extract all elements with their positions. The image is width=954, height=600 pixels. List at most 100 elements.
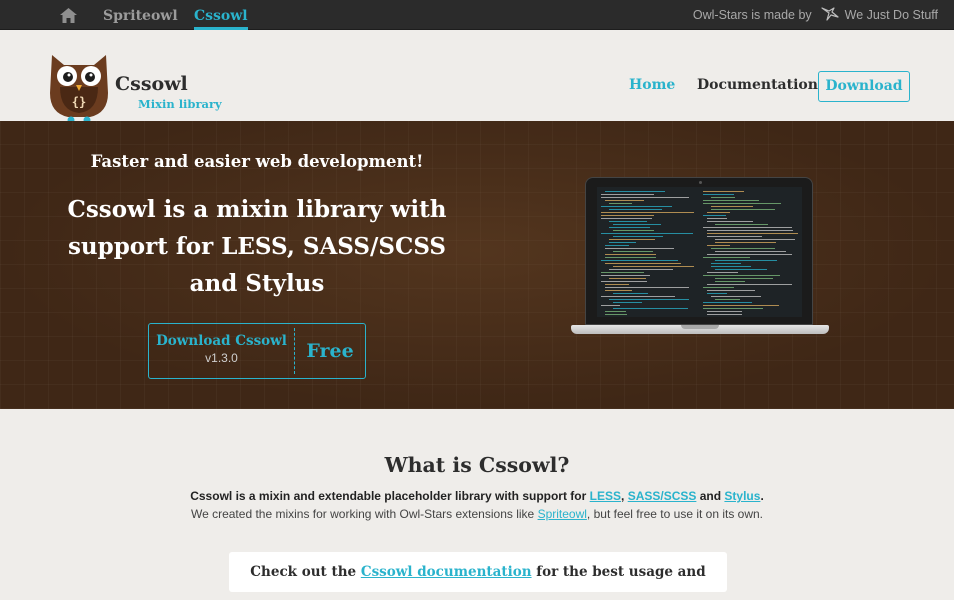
code-line	[707, 221, 753, 222]
active-underline	[194, 27, 248, 30]
link-cssowl-documentation[interactable]: Cssowl documentation	[361, 564, 532, 580]
code-line	[601, 281, 647, 282]
code-line	[605, 287, 689, 288]
code-line	[715, 260, 777, 261]
topnav-spriteowl[interactable]: Spriteowl	[103, 0, 178, 30]
laptop-notch	[681, 325, 719, 329]
code-line	[601, 260, 678, 261]
code-line	[601, 272, 644, 273]
site-header: {} Cssowl Mixin library Home Documentati…	[0, 31, 954, 123]
code-line	[601, 215, 654, 216]
code-line	[707, 284, 792, 285]
download-button[interactable]: Download	[818, 71, 910, 102]
what-l1-and: and	[699, 489, 722, 503]
code-line	[601, 275, 650, 276]
bird-logo-icon[interactable]	[821, 7, 839, 21]
cta-label: Download Cssowl	[156, 333, 287, 349]
code-line	[703, 287, 734, 288]
code-line	[609, 239, 655, 240]
code-line	[605, 191, 665, 192]
code-line	[605, 311, 626, 312]
code-line	[605, 245, 629, 246]
code-line	[707, 245, 730, 246]
code-line	[707, 290, 755, 291]
code-line	[703, 194, 734, 195]
code-line	[601, 206, 672, 207]
code-line	[711, 206, 753, 207]
laptop-camera	[699, 181, 702, 184]
code-line	[609, 278, 646, 279]
code-line	[711, 263, 741, 264]
topnav-cssowl-label: Cssowl	[194, 8, 248, 24]
what-l2-prefix: We created the mixins for working with O…	[190, 507, 535, 521]
code-line	[601, 296, 675, 297]
nav-documentation[interactable]: Documentation	[697, 77, 818, 93]
code-line	[707, 314, 742, 315]
link-less[interactable]: LESS	[590, 489, 621, 503]
what-l1-end: .	[760, 489, 764, 503]
code-screen	[597, 187, 802, 317]
code-line	[605, 290, 632, 291]
code-line	[715, 299, 740, 300]
code-line	[707, 236, 762, 237]
code-line	[703, 215, 726, 216]
link-sass-scss[interactable]: SASS/SCSS	[628, 489, 697, 503]
code-line	[703, 305, 779, 306]
code-line	[711, 197, 735, 198]
code-line	[613, 251, 653, 252]
what-title: What is Cssowl?	[384, 453, 570, 477]
code-line	[601, 233, 693, 234]
code-line	[707, 230, 793, 231]
download-cssowl-button[interactable]: Download Cssowl v1.3.0 Free	[148, 323, 366, 379]
code-line	[601, 218, 652, 219]
code-line	[703, 257, 750, 258]
code-line	[703, 191, 744, 192]
code-line	[601, 197, 689, 198]
what-description-2: We created the mixins for working with O…	[0, 507, 954, 521]
made-by: Owl-Stars is made by We Just Do Stuff	[693, 0, 938, 30]
cta-left: Download Cssowl v1.3.0	[149, 324, 294, 378]
svg-text:{}: {}	[72, 95, 86, 109]
what-l1-prefix: Cssowl is a mixin and extendable placeho…	[190, 489, 587, 503]
code-line	[707, 272, 738, 273]
laptop-illustration	[571, 177, 829, 339]
code-line	[707, 293, 727, 294]
code-line	[613, 236, 663, 237]
what-l2-suffix: , but feel free to use it on its own.	[586, 507, 764, 521]
code-line	[605, 200, 644, 201]
top-bar: Spriteowl Cssowl Owl-Stars is made by We…	[0, 0, 954, 30]
code-line	[605, 257, 656, 258]
topnav-cssowl[interactable]: Cssowl	[194, 0, 248, 30]
code-line	[605, 263, 681, 264]
code-line	[711, 248, 775, 249]
hero-headline: Cssowl is a mixin library with support f…	[67, 196, 447, 297]
code-line	[703, 203, 781, 204]
home-icon[interactable]	[60, 8, 77, 23]
link-spriteowl[interactable]: Spriteowl	[538, 507, 587, 521]
link-stylus[interactable]: Stylus	[724, 489, 760, 503]
code-line	[715, 239, 795, 240]
code-line	[605, 248, 674, 249]
code-line	[609, 203, 632, 204]
what-description-1: Cssowl is a mixin and extendable placeho…	[0, 489, 954, 503]
code-line	[707, 218, 727, 219]
code-line	[609, 269, 673, 270]
code-line	[715, 269, 767, 270]
code-line	[613, 230, 654, 231]
hero-banner: Faster and easier web development! Cssow…	[0, 121, 954, 409]
logo-name[interactable]: Cssowl	[115, 73, 188, 95]
code-line	[613, 266, 694, 267]
owl-logo-icon[interactable]: {}	[46, 53, 112, 123]
code-line	[613, 308, 688, 309]
code-line	[601, 305, 620, 306]
company-link[interactable]: We Just Do Stuff	[845, 8, 938, 22]
code-line	[609, 227, 650, 228]
cta-version: v1.3.0	[205, 351, 238, 365]
code-line	[613, 224, 661, 225]
code-line	[609, 299, 689, 300]
code-line	[703, 302, 752, 303]
nav-home[interactable]: Home	[629, 77, 675, 93]
laptop-lid	[585, 177, 813, 325]
code-line	[707, 254, 792, 255]
code-line	[715, 242, 776, 243]
